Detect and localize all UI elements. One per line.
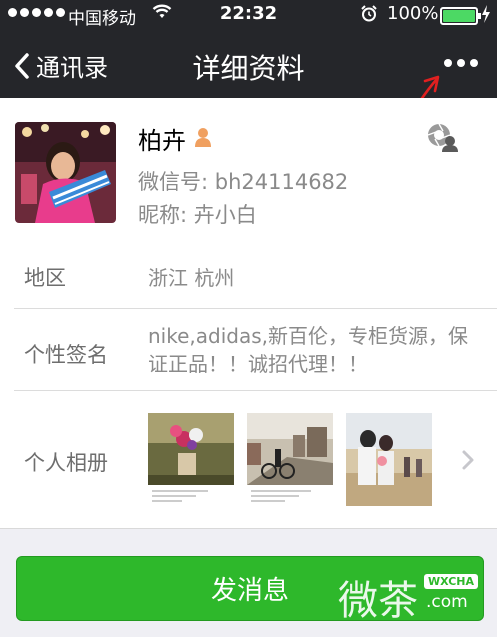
album-row[interactable]: 个人相册 [0,391,497,528]
nickname: 昵称: 卉小白 [138,203,257,227]
signature-value: nike,adidas,新百伦，专柜货源，保证正品！！诚招代理！！ [148,324,468,376]
contact-name-text: 柏卉 [138,127,186,155]
charging-icon [481,5,491,27]
watermark-tag: WXCHA [424,574,479,589]
watermark-logo: 微茶 [338,578,418,624]
status-bar: 中国移动 22:32 100% [0,0,497,30]
avatar[interactable] [15,122,116,223]
chevron-right-icon [461,449,475,475]
profile-card: 柏卉 微信号: bh24114682 昵称: 卉小白 [0,98,497,241]
region-value: 浙江 杭州 [148,266,235,290]
watermark-domain: .com [426,592,468,612]
album-thumbnail[interactable] [148,413,234,506]
signature-row: 个性签名 nike,adidas,新百伦，专柜货源，保证正品！！诚招代理！！ [0,309,497,390]
battery-icon [440,7,481,25]
female-icon [194,125,212,153]
moments-camera-icon[interactable] [425,122,459,156]
detail-list: 地区 浙江 杭州 个性签名 nike,adidas,新百伦，专柜货源，保证正品！… [0,240,497,529]
contact-name: 柏卉 [138,121,212,156]
region-label: 地区 [24,266,66,290]
battery-percent: 100% [387,3,439,24]
album-label: 个人相册 [24,451,108,475]
region-row: 地区 浙江 杭州 [0,240,497,308]
alarm-icon [361,5,377,26]
album-thumbnail[interactable] [247,413,333,506]
album-thumbnail[interactable] [346,413,432,506]
signature-label: 个性签名 [24,343,108,367]
wechat-id: 微信号: bh24114682 [138,170,349,194]
